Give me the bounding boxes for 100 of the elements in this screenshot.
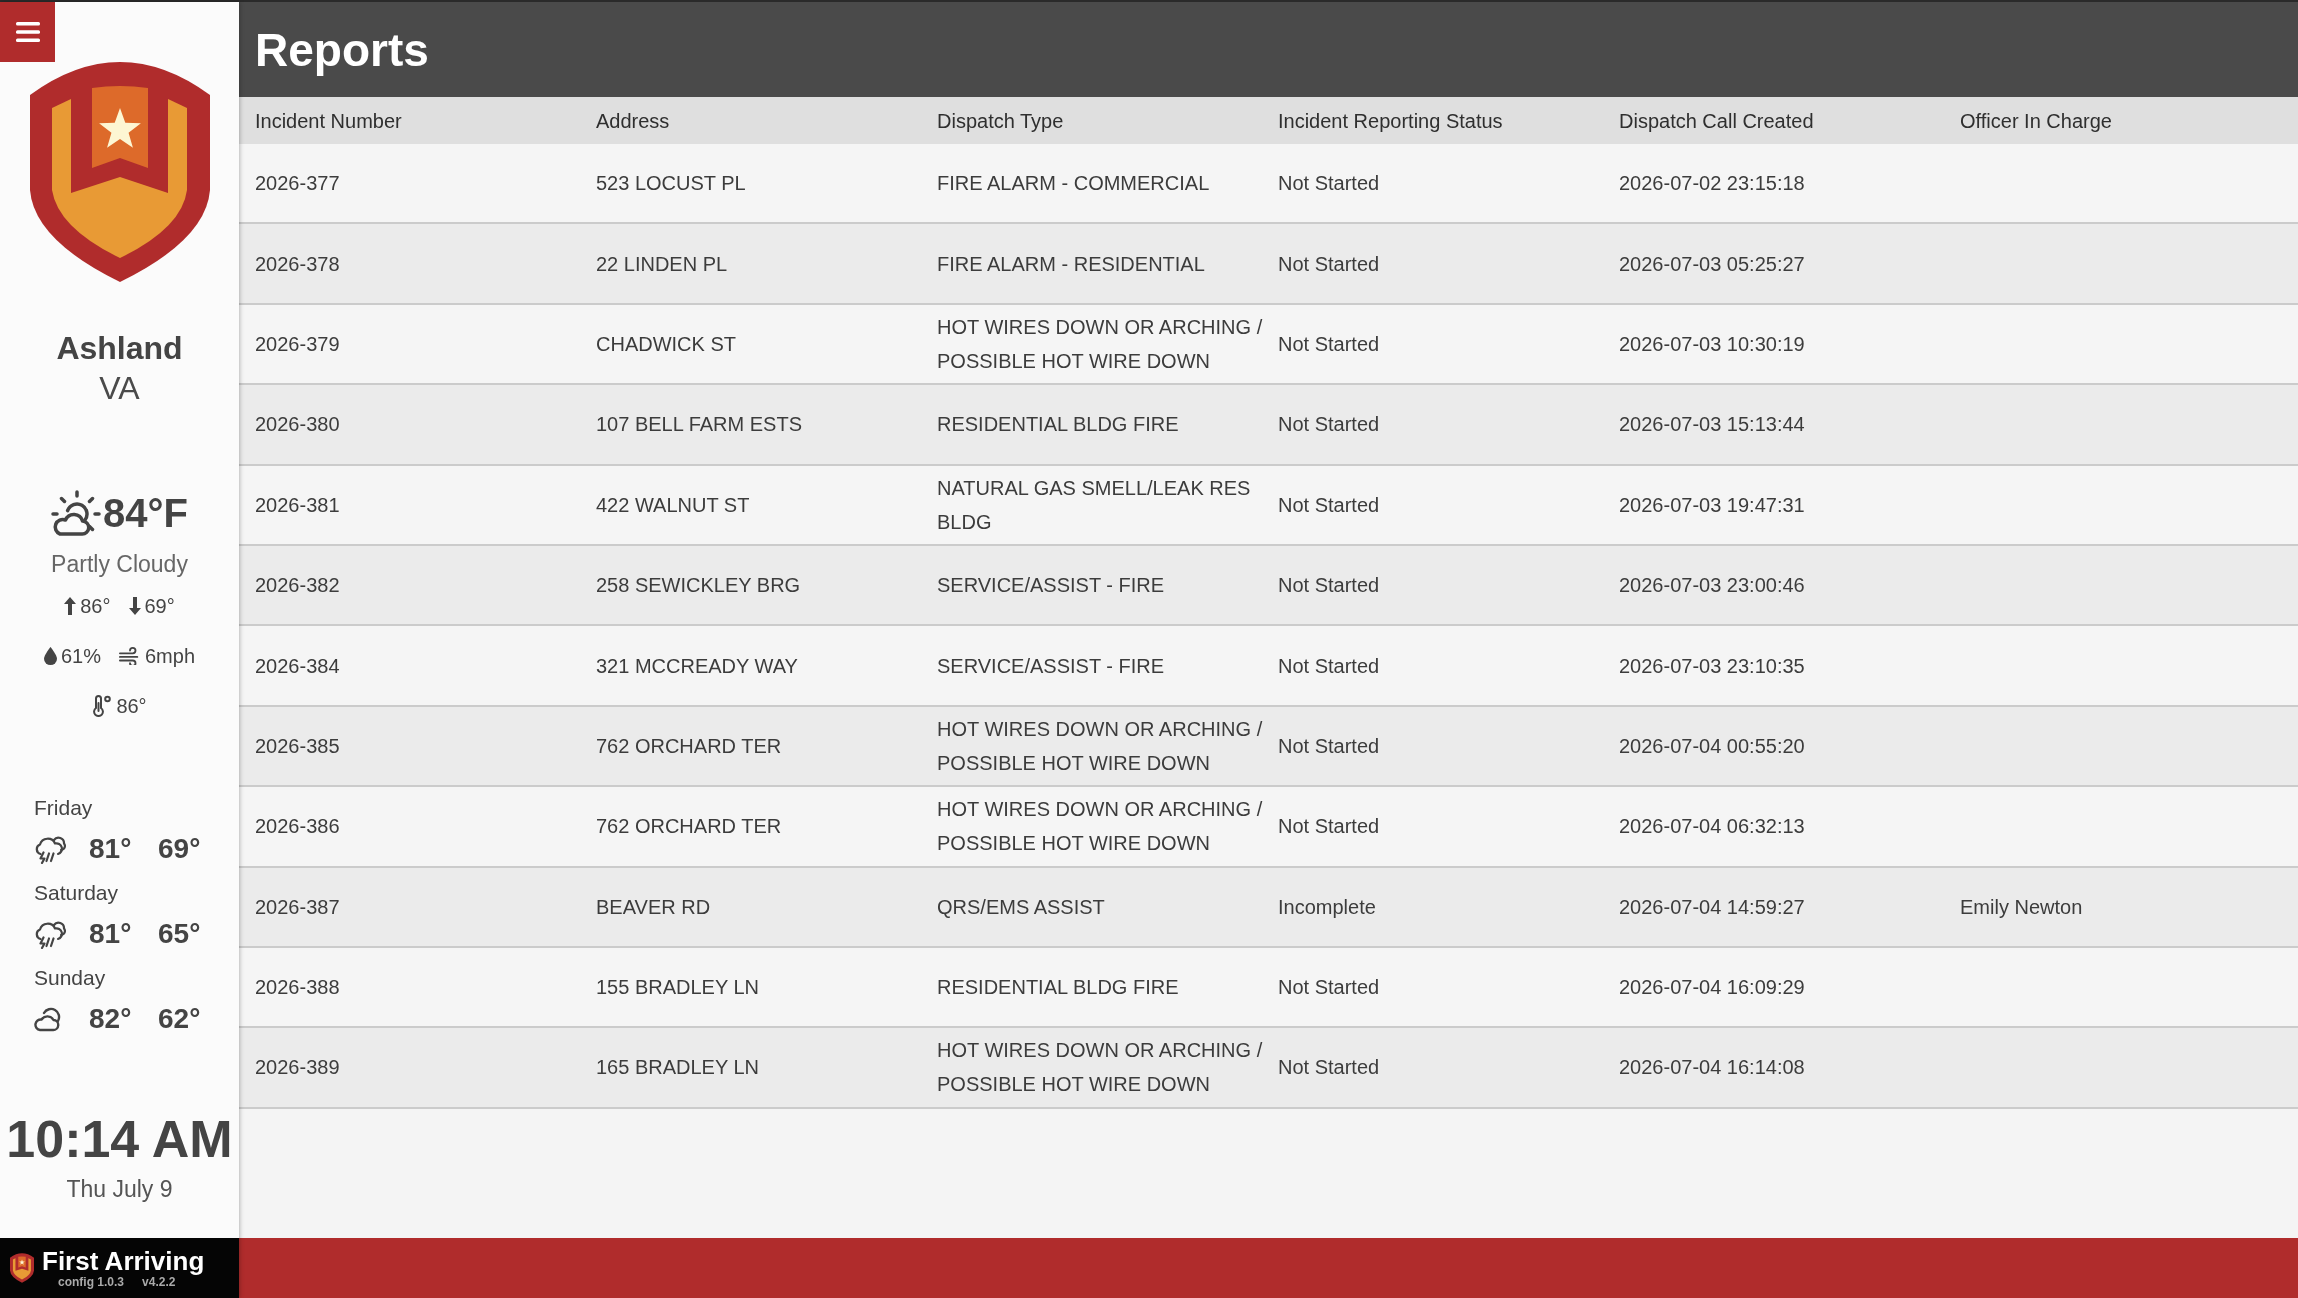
table-cell-text: 762 ORCHARD TER	[596, 733, 782, 759]
city-name: Ashland	[56, 329, 183, 368]
wind-icon	[119, 647, 141, 665]
table-cell-text: 258 SEWICKLEY BRG	[596, 573, 801, 599]
table-cell-text: NATURAL GAS SMELL/LEAK RES BLDG	[937, 475, 1252, 535]
table-cell-text: 2026-387	[255, 894, 340, 920]
config-version: config 1.0.3	[58, 1275, 125, 1289]
report-row[interactable]: 2026-378 22 LINDEN PL FIRE ALARM - RESIDENTIAL Not Started 2026-07-03 05:25:27	[239, 224, 2298, 305]
page-title: Reports	[255, 22, 429, 78]
table-cell-text: 2026-377	[255, 171, 340, 197]
table-cell-text: HOT WIRES DOWN OR ARCHING / POSSIBLE HOT WIRE DOWN	[937, 1038, 1264, 1098]
brand-name: First Arriving	[42, 1247, 205, 1275]
low-temperature: 69°	[144, 594, 175, 619]
forecast-day: Sunday	[34, 964, 239, 992]
report-row[interactable]: 2026-389 165 BRADLEY LN HOT WIRES DOWN OR ARCHING / POSSIBLE HOT WIRE DOWN Not Started 2026-07-04 16:14:08	[239, 1028, 2298, 1109]
table-cell-text: 2026-380	[255, 412, 340, 438]
high-temperature: 86°	[80, 594, 111, 619]
table-cell-text: 422 WALNUT ST	[596, 492, 750, 518]
table-cell-text: 2026-382	[255, 573, 340, 599]
thermometer-icon	[92, 695, 113, 717]
table-cell-text: Not Started	[1278, 573, 1380, 599]
table-cell-text: 2026-07-04 14:59:27	[1619, 894, 1805, 920]
table-cell-text: QRS/EMS ASSIST	[937, 894, 1105, 920]
table-cell-text: Not Started	[1278, 1055, 1380, 1081]
feels-like-temperature: 86°	[116, 694, 147, 719]
table-cell-text: Emily Newton	[1960, 894, 2083, 920]
table-cell-text: 2026-07-04 16:09:29	[1619, 975, 1805, 1001]
forecast-day: Saturday	[34, 879, 239, 907]
table-cell-text: 321 MCCREADY WAY	[596, 653, 798, 679]
table-cell-text: 2026-07-04 00:55:20	[1619, 733, 1805, 759]
table-cell-text: RESIDENTIAL BLDG FIRE	[937, 412, 1179, 438]
app-version: v4.2.2	[142, 1275, 176, 1289]
table-cell-text: Not Started	[1278, 251, 1380, 277]
table-cell-text: HOT WIRES DOWN OR ARCHING / POSSIBLE HOT WIRE DOWN	[937, 314, 1264, 374]
table-cell-text: 2026-07-04 06:32:13	[1619, 814, 1805, 840]
shield-logo	[10, 1253, 34, 1283]
table-cell-text: FIRE ALARM - COMMERCIAL	[937, 171, 1210, 197]
table-cell-text: 2026-07-03 10:30:19	[1619, 331, 1805, 357]
column-header: Incident Number	[255, 108, 402, 134]
table-cell-text: 165 BRADLEY LN	[596, 1055, 760, 1081]
table-cell-text: HOT WIRES DOWN OR ARCHING / POSSIBLE HOT WIRE DOWN	[937, 716, 1264, 776]
weather-condition: Partly Cloudy	[51, 550, 188, 579]
table-cell-text: 2026-07-03 23:10:35	[1619, 653, 1805, 679]
clock-date: Thu July 9	[66, 1175, 173, 1204]
forecast-high: 81°	[89, 832, 132, 866]
column-header: Dispatch Type	[937, 108, 1064, 134]
table-cell-text: 2026-07-03 05:25:27	[1619, 251, 1805, 277]
table-cell-text: Not Started	[1278, 331, 1380, 357]
table-cell-text: 22 LINDEN PL	[596, 251, 728, 277]
table-cell-text: Not Started	[1278, 171, 1380, 197]
table-cell-text: 2026-07-03 15:13:44	[1619, 412, 1805, 438]
forecast-low: 62°	[158, 1002, 201, 1036]
table-cell-text: Not Started	[1278, 814, 1380, 840]
forecast-low: 69°	[158, 832, 201, 866]
table-cell-text: 2026-381	[255, 492, 340, 518]
clock-time: 10:14 AM	[6, 1109, 233, 1169]
column-header: Dispatch Call Created	[1619, 108, 1814, 134]
table-cell-text: 523 LOCUST PL	[596, 171, 746, 197]
table-cell-text: BEAVER RD	[596, 894, 711, 920]
table-cell-text: 2026-07-03 23:00:46	[1619, 573, 1805, 599]
table-cell-text: HOT WIRES DOWN OR ARCHING / POSSIBLE HOT WIRE DOWN	[937, 797, 1264, 857]
table-cell-text: CHADWICK ST	[596, 331, 736, 357]
storm-cloud-icon	[34, 834, 66, 864]
wind-speed: 6mph	[145, 644, 196, 669]
forecast-day: Friday	[34, 794, 239, 822]
table-cell-text: Not Started	[1278, 653, 1380, 679]
forecast-high: 81°	[89, 917, 132, 951]
table-cell-text: FIRE ALARM - RESIDENTIAL	[937, 251, 1205, 277]
table-cell-text: 2026-07-04 16:14:08	[1619, 1055, 1805, 1081]
current-temperature: 84°F	[103, 490, 188, 537]
report-row[interactable]: 2026-385 762 ORCHARD TER HOT WIRES DOWN OR ARCHING / POSSIBLE HOT WIRE DOWN Not Started 2026-07-04 00:55:20	[239, 706, 2298, 788]
table-cell-text: 2026-378	[255, 251, 340, 277]
menu-button[interactable]	[0, 2, 55, 62]
column-header: Officer In Charge	[1960, 108, 2112, 134]
sun-cloud-icon	[34, 1006, 62, 1032]
table-cell-text: 2026-388	[255, 975, 340, 1001]
table-cell-text: 2026-386	[255, 814, 340, 840]
table-cell-text: Not Started	[1278, 975, 1380, 1001]
menu-icon	[15, 22, 40, 42]
report-row[interactable]: 2026-380 107 BELL FARM ESTS RESIDENTIAL BLDG FIRE Not Started 2026-07-03 15:13:44	[239, 385, 2298, 466]
state-name: VA	[99, 369, 140, 408]
down-arrow-icon	[128, 597, 141, 615]
report-row[interactable]: 2026-382 258 SEWICKLEY BRG SERVICE/ASSIST - FIRE Not Started 2026-07-03 23:00:46	[239, 545, 2298, 627]
forecast-high: 82°	[89, 1002, 132, 1036]
up-arrow-icon	[64, 597, 77, 615]
storm-cloud-icon	[34, 919, 66, 949]
table-cell-text: 2026-07-02 23:15:18	[1619, 171, 1805, 197]
table-cell-text: Not Started	[1278, 412, 1380, 438]
table-cell-text: 2026-389	[255, 1055, 340, 1081]
table-cell-text: Not Started	[1278, 492, 1380, 518]
table-cell-text: 2026-379	[255, 331, 340, 357]
table-cell-text: SERVICE/ASSIST - FIRE	[937, 573, 1165, 599]
table-cell-text: 155 BRADLEY LN	[596, 975, 760, 1001]
report-row[interactable]: 2026-387 BEAVER RD QRS/EMS ASSIST Incomplete 2026-07-04 14:59:27 Emily Newton	[239, 867, 2298, 948]
table-cell-text: Incomplete	[1278, 894, 1376, 920]
sun-cloud-icon	[51, 490, 102, 536]
column-header: Address	[596, 108, 670, 134]
humidity-value: 61%	[60, 644, 101, 669]
column-header: Incident Reporting Status	[1278, 108, 1503, 134]
drop-icon	[43, 647, 57, 665]
